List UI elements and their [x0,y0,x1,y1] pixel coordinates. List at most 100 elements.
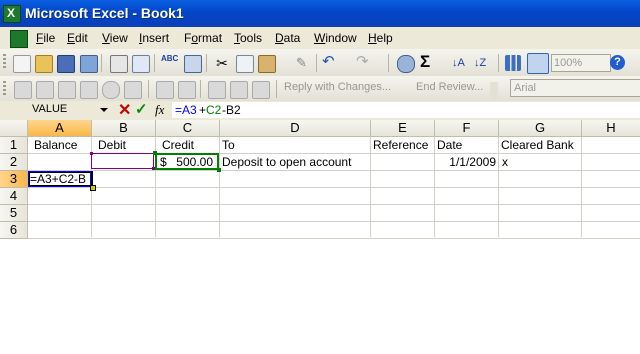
formula-ref-b2: -B2 [222,103,241,117]
chart-wizard-icon[interactable] [505,55,521,71]
accept-icon[interactable] [230,81,248,99]
column-header-d[interactable]: D [220,120,371,137]
reference-handle[interactable] [153,151,157,155]
spelling-icon[interactable]: ABC [161,55,178,71]
worksheet-grid: A B C D E F G H 1 2 3 4 5 6 Balance Debi… [0,120,640,354]
compare-icon[interactable] [36,81,54,99]
menu-help[interactable]: Help [368,31,393,45]
reference-handle[interactable] [217,168,221,172]
column-header-f[interactable]: F [435,120,499,137]
markup-icon[interactable] [80,81,98,99]
ink-icon[interactable] [156,81,174,99]
menu-tools[interactable]: Tools [234,31,262,45]
cut-icon[interactable]: ✂ [214,55,230,71]
row-header-3[interactable]: 3 [0,171,28,188]
end-review-button[interactable]: End Review... [416,81,483,93]
format-painter-icon[interactable]: ✎ [296,55,312,71]
fill-handle[interactable] [90,185,96,191]
row-header-2[interactable]: 2 [0,154,28,171]
menu-edit[interactable]: Edit [67,31,88,45]
workbook-icon[interactable] [10,30,28,48]
zoom-box[interactable]: 100% [551,54,611,72]
cell-g2[interactable]: x [502,154,508,170]
research-icon[interactable] [184,55,202,73]
row-header-4[interactable]: 4 [0,188,28,205]
open-icon[interactable] [35,55,53,73]
menu-window[interactable]: Window [314,31,357,45]
toolbar-grip[interactable] [3,54,6,70]
cell-a3-edit-text[interactable]: =A3+C2-B [30,171,86,187]
row-header-6[interactable]: 6 [0,222,28,239]
undo-icon[interactable]: ↶ [322,54,338,70]
insert-function-icon[interactable]: fx [155,102,164,118]
separator [276,80,277,98]
reference-handle[interactable] [90,152,93,155]
hyperlink-icon[interactable] [397,55,415,73]
cell-g1[interactable]: Cleared Bank [501,137,574,153]
window-title: Microsoft Excel - Book1 [25,5,184,21]
cell-b2-reference-border[interactable] [91,153,154,169]
copy-icon[interactable] [236,55,254,73]
menu-data[interactable]: Data [275,31,300,45]
gridline [28,204,640,205]
column-header-b[interactable]: B [92,120,156,137]
formula-input[interactable]: =A3 + C2 -B2 [172,102,640,118]
formula-ref-c2: C2 [206,103,222,117]
excel-app-icon[interactable]: X [3,5,21,23]
standard-toolbar: ABC ✂ ✎ ↶ ↷ Σ ↓A ↓Z 100% ? [0,49,640,77]
print-preview-icon[interactable] [132,55,150,73]
ink-annotation-icon[interactable] [178,81,196,99]
cell-c1[interactable]: Credit [162,137,194,153]
separator [154,54,155,72]
save-icon[interactable] [57,55,75,73]
cell-a1[interactable]: Balance [34,137,77,153]
redo-icon[interactable]: ↷ [356,54,372,70]
menu-bar: File Edit View Insert Format Tools Data … [0,27,640,49]
cell-d2[interactable]: Deposit to open account [222,154,351,170]
sort-ascending-icon[interactable]: ↓A [452,55,468,71]
print-icon[interactable] [110,55,128,73]
toolbar-options-icon[interactable] [490,82,498,98]
reply-with-changes-button[interactable]: Reply with Changes... [284,81,391,93]
row-header-5[interactable]: 5 [0,205,28,222]
sort-descending-icon[interactable]: ↓Z [474,55,490,71]
chevron-down-icon[interactable] [100,108,108,112]
autosum-icon[interactable]: Σ [420,52,436,71]
column-header-h[interactable]: H [582,120,640,137]
new-icon[interactable] [13,55,31,73]
cell-f1[interactable]: Date [437,137,462,153]
row-header-1[interactable]: 1 [0,137,28,154]
delete-comment-icon[interactable] [124,81,142,99]
cancel-icon[interactable]: ✕ [118,100,131,120]
column-header-c[interactable]: C [156,120,220,137]
show-comments-icon[interactable] [102,81,120,99]
paste-icon[interactable] [258,55,276,73]
menu-format[interactable]: Format [184,31,222,45]
name-box[interactable]: VALUE [0,102,108,118]
help-icon[interactable]: ? [610,55,625,70]
column-header-e[interactable]: E [371,120,435,137]
cell-e1[interactable]: Reference [373,137,428,153]
column-header-a[interactable]: A [28,120,92,137]
cell-c2[interactable]: 500.00 [173,154,213,170]
menu-file[interactable]: File [36,31,55,45]
menu-insert[interactable]: Insert [139,31,169,45]
select-all-corner[interactable] [0,120,28,137]
formula-ref-a3: =A3 [175,103,197,117]
separator [206,54,207,72]
permission-icon[interactable] [80,55,98,73]
font-name-box[interactable]: Arial [510,79,640,97]
toolbar-grip[interactable] [3,81,6,97]
drawing-icon[interactable] [527,53,549,74]
comment-icon[interactable] [14,81,32,99]
menu-view[interactable]: View [102,31,128,45]
envelope-icon[interactable] [58,81,76,99]
column-header-g[interactable]: G [499,120,582,137]
enter-icon[interactable]: ✓ [135,100,148,118]
reject-icon[interactable] [252,81,270,99]
track-changes-icon[interactable] [208,81,226,99]
cell-f2[interactable]: 1/1/2009 [437,154,496,170]
cell-b1[interactable]: Debit [98,137,126,153]
separator [148,80,149,98]
cell-d1[interactable]: To [222,137,235,153]
